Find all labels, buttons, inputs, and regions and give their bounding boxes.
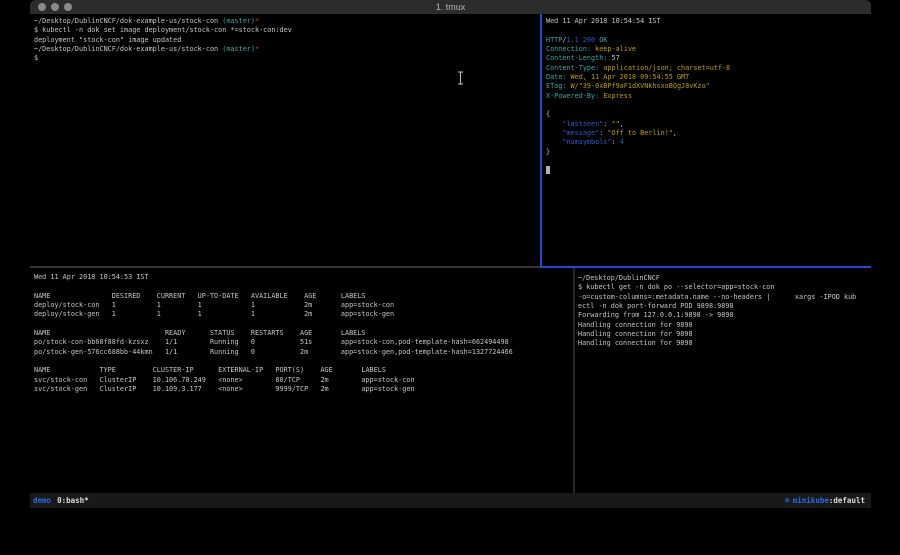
terminal-line	[34, 282, 577, 291]
terminal-line	[546, 101, 871, 110]
text-ibeam-pointer-icon	[456, 71, 465, 85]
terminal-line: Handling connection for 9898	[578, 321, 871, 330]
terminal-line: ~/Desktop/DublinCNCF/dok-example-us/stoc…	[34, 17, 544, 26]
terminal-line	[546, 26, 871, 35]
terminal-line: po/stock-con-bb68f88fd-kzsxz 1/1 Running…	[34, 338, 577, 347]
terminal-line: NAME TYPE CLUSTER-IP EXTERNAL-IP PORT(S)…	[34, 366, 577, 375]
terminal-line: Content-Length: 57	[546, 54, 871, 63]
terminal-line: Wed 11 Apr 2018 10:54:53 IST	[34, 273, 577, 282]
terminal-line	[34, 357, 577, 366]
terminal-line: ~/Desktop/DublinCNCF/dok-example-us/stoc…	[34, 45, 544, 54]
terminal-line: ~/Desktop/DublinCNCF	[578, 274, 871, 283]
terminal-line: Date: Wed, 11 Apr 2018 09:54:55 GMT	[546, 73, 871, 82]
window-titlebar[interactable]: 1. tmux	[30, 0, 871, 14]
terminal-line: -o=custom-columns=:metadata.name --no-he…	[578, 293, 871, 302]
status-right: ☸ minikube :default	[785, 496, 865, 505]
screen-background: 1. tmux ~/Desktop/DublinCNCF/dok-example…	[0, 0, 900, 555]
terminal-line	[34, 320, 577, 329]
terminal-line: deploy/stock-gen 1 1 1 1 2m app=stock-ge…	[34, 310, 577, 319]
pane-top-right-http-response[interactable]: Wed 11 Apr 2018 10:54:54 IST HTTP/1.1 20…	[542, 14, 871, 269]
terminal-line: Content-Type: application/json; charset=…	[546, 64, 871, 73]
tmux-status-bar: demo 0:bash* ☸ minikube :default	[30, 493, 871, 508]
kube-context: minikube	[793, 496, 829, 505]
terminal-line: NAME DESIRED CURRENT UP-TO-DATE AVAILABL…	[34, 292, 577, 301]
kube-namespace: :default	[829, 496, 865, 505]
terminal-line: "lastseen": "",	[546, 120, 871, 129]
terminal-line: Handling connection for 9898	[578, 339, 871, 348]
terminal-line: {	[546, 110, 871, 119]
terminal-line: po/stock-gen-576cc688bb-44kmn 1/1 Runnin…	[34, 348, 577, 357]
terminal-line: $ kubectl get -n dok po --selector=app=s…	[578, 283, 871, 292]
terminal-line: Connection: keep-alive	[546, 45, 871, 54]
terminal-line: NAME READY STATUS RESTARTS AGE LABELS	[34, 329, 577, 338]
window-title: 1. tmux	[30, 0, 871, 14]
terminal-line: svc/stock-con ClusterIP 10.106.78.249 <n…	[34, 376, 577, 385]
terminal-line: Wed 11 Apr 2018 10:54:54 IST	[546, 17, 871, 26]
terminal-line	[546, 157, 871, 166]
terminal-line: Forwarding from 127.0.0.1:9898 -> 9898	[578, 311, 871, 320]
pane-bottom-right-port-forward[interactable]: ~/Desktop/DublinCNCF$ kubectl get -n dok…	[575, 268, 871, 499]
terminal-line: X-Powered-By: Express	[546, 92, 871, 101]
terminal-window: 1. tmux ~/Desktop/DublinCNCF/dok-example…	[30, 0, 871, 517]
terminal-line: $	[34, 54, 544, 63]
pane-top-left-shell[interactable]: ~/Desktop/DublinCNCF/dok-example-us/stoc…	[30, 14, 544, 269]
terminal-line: "numsymbols": 4	[546, 138, 871, 147]
kubernetes-icon: ☸	[785, 496, 790, 505]
terminal-line: Handling connection for 9898	[578, 330, 871, 339]
terminal-line: "message": "Off to Berlin!",	[546, 129, 871, 138]
session-name: demo	[33, 496, 51, 505]
terminal-line: $ kubectl -n dok set image deployment/st…	[34, 26, 544, 35]
terminal-line: }	[546, 148, 871, 157]
window-tab-bash[interactable]: 0:bash*	[57, 496, 89, 505]
terminal-line: HTTP/1.1 200 OK	[546, 36, 871, 45]
pane-bottom-left-kubectl-watch[interactable]: Wed 11 Apr 2018 10:54:53 IST NAME DESIRE…	[30, 268, 577, 498]
terminal-line: svc/stock-gen ClusterIP 10.109.3.177 <no…	[34, 385, 577, 394]
terminal-line: deploy/stock-con 1 1 1 1 2m app=stock-co…	[34, 301, 577, 310]
terminal-line: ectl -n dok port-forward POD 9898:9898	[578, 302, 871, 311]
terminal-line: deployment "stock-con" image updated	[34, 36, 544, 45]
terminal-line: ETag: W/"39-0xBPf9aF1dXVNkhsxoBQgJ8vKzo"	[546, 82, 871, 91]
terminal-line	[546, 166, 871, 175]
